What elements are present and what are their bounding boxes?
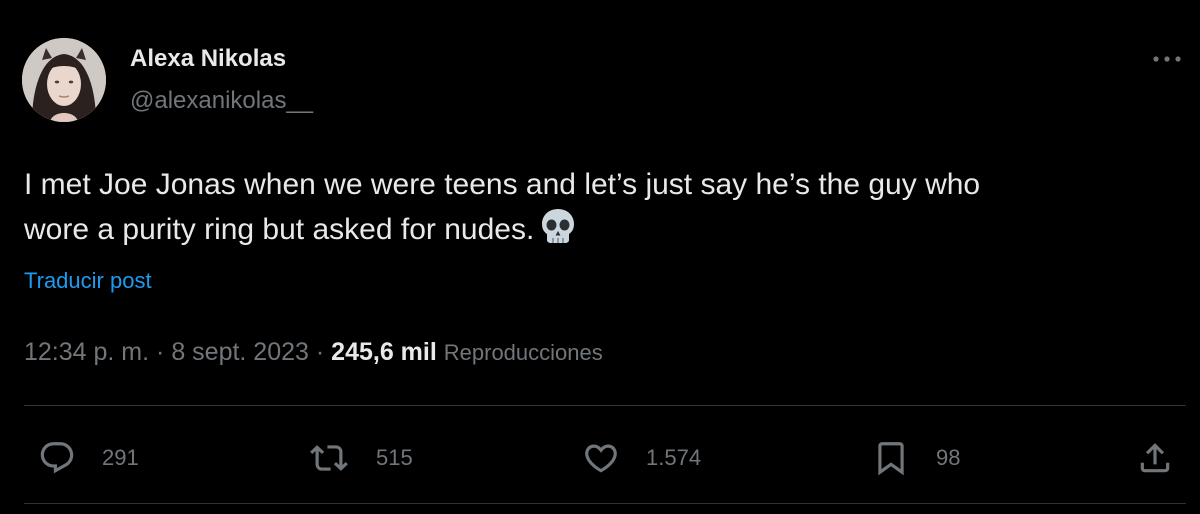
reply-icon xyxy=(40,442,74,474)
bookmark-button[interactable]: 98 xyxy=(872,436,960,480)
reply-button[interactable]: 291 xyxy=(38,436,139,480)
more-dots-icon xyxy=(1153,56,1181,62)
tweet-card: Alexa Nikolas @alexanikolas__ I met Joe … xyxy=(0,0,1200,514)
author-handle[interactable]: @alexanikolas__ xyxy=(130,86,313,116)
reply-count: 291 xyxy=(102,445,139,470)
tweet-text-line-1: I met Joe Jonas when we were teens and l… xyxy=(24,168,981,201)
like-button[interactable]: 1.574 xyxy=(582,436,701,480)
tweet-text: I met Joe Jonas when we were teens and l… xyxy=(24,162,1174,258)
divider-top xyxy=(24,405,1186,406)
translate-post-link[interactable]: Traducir post xyxy=(24,266,152,296)
tweet-text-line-2: wore a purity ring but asked for nudes. xyxy=(24,207,1174,258)
tweet-time[interactable]: 12:34 p. m. xyxy=(24,338,149,366)
bookmark-icon xyxy=(878,442,904,476)
tweet-text-line-2-content: wore a purity ring but asked for nudes. xyxy=(24,213,535,246)
views-label: Reproducciones xyxy=(443,340,603,365)
author-name[interactable]: Alexa Nikolas xyxy=(130,44,286,74)
repost-icon xyxy=(310,445,348,471)
share-button[interactable] xyxy=(1136,436,1174,480)
share-icon xyxy=(1140,443,1170,473)
heart-icon xyxy=(585,444,617,473)
like-count: 1.574 xyxy=(646,445,702,470)
author-avatar[interactable] xyxy=(22,38,106,122)
avatar-image xyxy=(22,38,106,122)
bookmark-count: 98 xyxy=(936,445,961,470)
meta-separator: · xyxy=(315,338,325,366)
repost-button[interactable]: 515 xyxy=(308,436,413,480)
divider-bottom xyxy=(24,503,1186,504)
meta-separator: · xyxy=(156,338,165,366)
action-bar: 291 515 1.574 98 xyxy=(0,436,1200,480)
tweet-date[interactable]: 8 sept. 2023 xyxy=(171,338,309,366)
views-count: 245,6 mil xyxy=(331,338,437,366)
more-options-button[interactable] xyxy=(1150,46,1184,72)
skull-emoji-icon xyxy=(540,207,576,258)
repost-count: 515 xyxy=(376,445,413,470)
tweet-meta: 12:34 p. m. · 8 sept. 2023 · 245,6 mil R… xyxy=(24,336,603,369)
